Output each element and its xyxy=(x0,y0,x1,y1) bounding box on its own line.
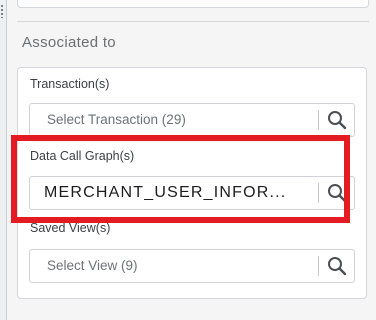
left-rail xyxy=(0,0,7,320)
saved-view-field[interactable]: Select View (9) xyxy=(29,249,355,283)
search-icon xyxy=(327,257,346,276)
transaction-field[interactable]: Select Transaction (29) xyxy=(29,103,355,137)
drag-handle-icon[interactable] xyxy=(0,4,4,18)
top-panel xyxy=(17,0,369,8)
transaction-search-button[interactable] xyxy=(319,104,354,136)
transaction-placeholder: Select Transaction (29) xyxy=(47,112,186,127)
saved-view-placeholder: Select View (9) xyxy=(47,258,138,273)
saved-view-label: Saved View(s) xyxy=(30,221,111,235)
transaction-label: Transaction(s) xyxy=(30,77,110,91)
section-title: Associated to xyxy=(22,34,116,51)
highlight-box xyxy=(11,135,350,223)
divider xyxy=(17,21,369,22)
saved-view-search-button[interactable] xyxy=(319,250,354,282)
search-icon xyxy=(327,111,346,130)
